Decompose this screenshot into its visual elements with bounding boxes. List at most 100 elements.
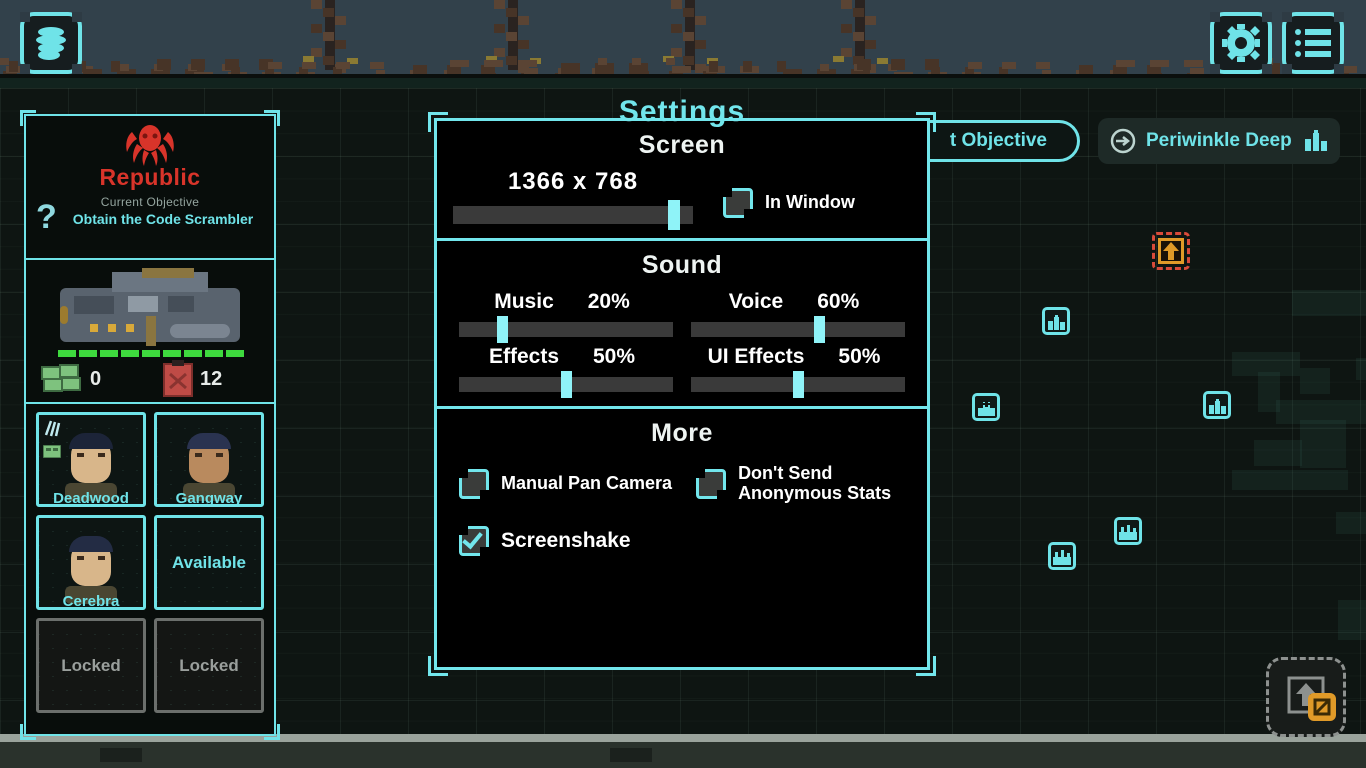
ship-panel[interactable]: 0 12 bbox=[26, 260, 274, 404]
factory-icon bbox=[1053, 550, 1071, 565]
sound-slider-track[interactable] bbox=[691, 316, 905, 343]
screenshake-row[interactable]: Screenshake bbox=[459, 525, 905, 556]
screenshake-checkbox[interactable] bbox=[459, 525, 489, 556]
crew-name: Cerebra bbox=[62, 593, 120, 610]
crew-slot-locked[interactable]: Locked bbox=[36, 618, 146, 713]
building-marker[interactable] bbox=[1203, 391, 1231, 419]
sound-slider-knob[interactable] bbox=[496, 316, 508, 343]
objective-marker[interactable] bbox=[1152, 232, 1190, 270]
in-window-checkbox[interactable] bbox=[723, 188, 753, 218]
building-marker[interactable] bbox=[1042, 307, 1070, 335]
claw-icon bbox=[44, 420, 61, 437]
avatar bbox=[181, 427, 237, 501]
depart-button[interactable] bbox=[1266, 657, 1346, 737]
more-section: More Manual Pan Camera Don't Send Anonym… bbox=[437, 406, 927, 570]
sound-slider-track[interactable] bbox=[459, 316, 673, 343]
sound-slider-knob[interactable] bbox=[814, 316, 826, 343]
manual-pan-camera-label: Manual Pan Camera bbox=[501, 472, 673, 493]
sound-slider-label: Voice bbox=[728, 290, 784, 313]
question-mark-icon: ? bbox=[36, 198, 57, 236]
building-icon bbox=[1208, 399, 1226, 414]
ship-sprite bbox=[50, 266, 250, 352]
screen-section-title: Screen bbox=[638, 131, 726, 159]
top-bar bbox=[0, 0, 1366, 88]
health-segment bbox=[121, 350, 139, 357]
crew-slot-cerebra[interactable]: Cerebra bbox=[36, 515, 146, 610]
health-segment bbox=[163, 350, 181, 357]
sound-slider-ui-effects: UI Effects 50% bbox=[691, 345, 905, 398]
crew-grid: Deadwood Gangway Cerebra AvailableLockedLoc… bbox=[26, 404, 274, 721]
sound-slider-value: 50% bbox=[838, 345, 881, 368]
building-icon bbox=[1305, 130, 1327, 151]
settings-title: Settings bbox=[618, 95, 746, 128]
dont-send-stats-checkbox[interactable] bbox=[696, 468, 727, 499]
objective-label: Current Objective bbox=[100, 195, 200, 209]
sound-slider-value: 50% bbox=[593, 345, 636, 368]
crew-name: Gangway bbox=[175, 490, 243, 507]
fuel-value: 12 bbox=[200, 367, 223, 390]
sound-section-title: Sound bbox=[641, 251, 723, 279]
money-resource: 0 bbox=[40, 364, 140, 394]
sound-slider-grid: Music 20% Voice 60% Effects 50% UI Effects 50% bbox=[437, 280, 927, 398]
fuel-can-icon bbox=[163, 360, 193, 397]
money-value: 0 bbox=[90, 367, 102, 390]
more-options-row-2: Screenshake bbox=[437, 504, 927, 556]
money-icon bbox=[41, 364, 81, 392]
floor-line bbox=[0, 78, 1366, 88]
sound-slider-track[interactable] bbox=[691, 371, 905, 398]
sound-slider-voice: Voice 60% bbox=[691, 290, 905, 343]
health-segment bbox=[79, 350, 97, 357]
manual-pan-camera-checkbox[interactable] bbox=[459, 468, 489, 499]
slot-netting bbox=[157, 518, 261, 607]
coins-button[interactable] bbox=[20, 12, 82, 74]
crew-slot-available[interactable]: Available bbox=[154, 515, 264, 610]
manual-pan-camera-row[interactable]: Manual Pan Camera bbox=[459, 464, 672, 504]
factory-marker[interactable] bbox=[1114, 517, 1142, 545]
building-icon bbox=[1047, 315, 1065, 330]
sound-slider-label: Music bbox=[494, 290, 554, 313]
crew-slot-gangway[interactable]: Gangway bbox=[154, 412, 264, 507]
ship-health-bar bbox=[58, 350, 244, 357]
sound-slider-music: Music 20% bbox=[459, 290, 673, 343]
sound-slider-track[interactable] bbox=[459, 371, 673, 398]
screenshake-label: Screenshake bbox=[501, 529, 631, 553]
faction-name: Republic bbox=[99, 164, 201, 190]
menu-button[interactable] bbox=[1282, 12, 1344, 74]
location-chip[interactable]: Periwinkle Deep bbox=[1098, 118, 1340, 164]
health-segment bbox=[58, 350, 76, 357]
location-dial-icon bbox=[1110, 128, 1136, 154]
dont-send-stats-label: Don't Send Anonymous Stats bbox=[738, 463, 892, 503]
crew-name: Deadwood bbox=[53, 490, 129, 507]
resolution-slider-knob[interactable] bbox=[667, 200, 680, 230]
in-window-checkbox-row[interactable]: In Window bbox=[723, 188, 855, 218]
settings-dialog: Settings Screen 1366 x 768 In Window Sou… bbox=[428, 95, 936, 676]
settings-button[interactable] bbox=[1210, 12, 1272, 74]
health-segment bbox=[226, 350, 244, 357]
sound-slider-knob[interactable] bbox=[561, 371, 572, 398]
in-window-label: In Window bbox=[765, 192, 855, 213]
list-icon bbox=[1295, 29, 1331, 57]
hospital-icon bbox=[977, 401, 995, 416]
map-bottom-strip bbox=[0, 742, 1366, 768]
crew-slot-deadwood[interactable]: Deadwood bbox=[36, 412, 146, 507]
sound-slider-label: Effects bbox=[488, 345, 560, 368]
hospital-marker[interactable] bbox=[972, 393, 1000, 421]
coins-icon bbox=[36, 27, 66, 60]
resolution-slider[interactable] bbox=[453, 200, 693, 230]
factory-marker[interactable] bbox=[1048, 542, 1076, 570]
resolution-value: 1366 x 768 bbox=[507, 168, 639, 195]
sound-section: Sound Music 20% Voice 60% Effects 50% UI Effec… bbox=[437, 238, 927, 406]
health-segment bbox=[100, 350, 118, 357]
sound-slider-knob[interactable] bbox=[793, 371, 804, 398]
slot-netting bbox=[39, 621, 143, 710]
health-segment bbox=[142, 350, 160, 357]
location-name: Periwinkle Deep bbox=[1146, 130, 1292, 151]
blocked-badge-icon bbox=[1308, 693, 1336, 721]
slot-netting bbox=[157, 621, 261, 710]
dont-send-stats-row[interactable]: Don't Send Anonymous Stats bbox=[696, 463, 892, 504]
objective-text: Obtain the Code Scrambler bbox=[72, 211, 254, 227]
fuel-resource: 12 bbox=[162, 360, 222, 398]
crew-slot-locked[interactable]: Locked bbox=[154, 618, 264, 713]
sound-slider-effects: Effects 50% bbox=[459, 345, 673, 398]
more-options-row-1: Manual Pan Camera Don't Send Anonymous S… bbox=[437, 448, 927, 504]
